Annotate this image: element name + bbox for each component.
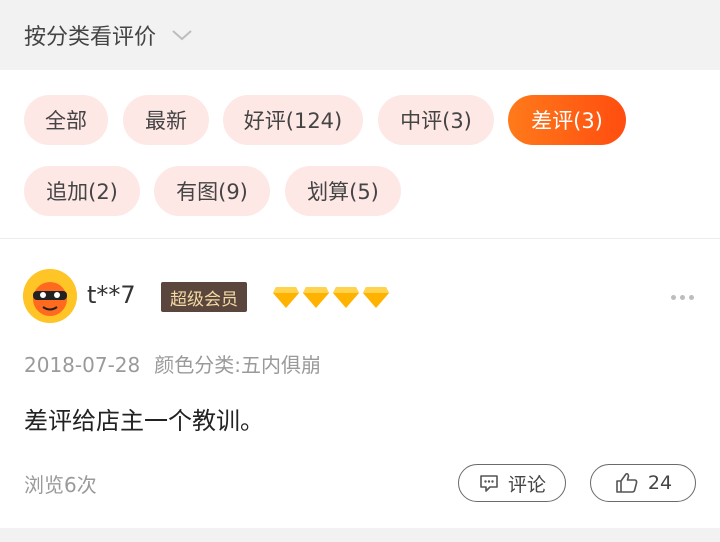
review-date: 2018-07-28	[24, 353, 141, 377]
filter-chips: 全部 最新 好评(124) 中评(3) 差评(3) 追加(2) 有图(9) 划算…	[0, 70, 720, 238]
comment-icon	[480, 475, 498, 492]
comment-label: 评论	[507, 473, 546, 496]
filter-chip-positive[interactable]: 好评(124)	[223, 95, 363, 145]
like-button[interactable]: 24	[590, 464, 696, 502]
filter-chip-followup[interactable]: 追加(2)	[24, 166, 140, 216]
review-spec: 颜色分类:五内俱崩	[154, 353, 321, 377]
bottom-spacer	[0, 528, 720, 542]
more-options-icon[interactable]	[671, 295, 694, 300]
chevron-down-icon[interactable]	[170, 27, 194, 43]
review-meta: 2018-07-28 颜色分类:五内俱崩	[24, 349, 321, 378]
thumbs-up-icon	[616, 472, 638, 493]
filter-chip-negative[interactable]: 差评(3)	[508, 95, 626, 145]
diamond-icon	[363, 287, 389, 308]
member-level-gems	[272, 285, 390, 309]
comment-button[interactable]: 评论	[458, 464, 566, 502]
filter-chip-good-value[interactable]: 划算(5)	[285, 166, 401, 216]
diamond-icon	[333, 287, 359, 308]
review-card: t**7 超级会员 2018-07-28 颜色分类:五内俱崩 差评给店主一个教训。…	[0, 239, 720, 528]
reviewer-name[interactable]: t**7	[87, 281, 136, 309]
diamond-icon	[273, 287, 299, 308]
diamond-icon	[303, 287, 329, 308]
view-count: 浏览6次	[24, 473, 97, 497]
review-content: 差评给店主一个教训。	[24, 407, 264, 435]
vip-badge: 超级会员	[161, 282, 247, 312]
user-avatar-icon	[23, 269, 77, 323]
avatar[interactable]	[23, 269, 77, 323]
filter-chip-with-images[interactable]: 有图(9)	[154, 166, 270, 216]
header-title: 按分类看评价	[24, 25, 157, 50]
filter-chip-neutral[interactable]: 中评(3)	[378, 95, 494, 145]
filter-chip-all[interactable]: 全部	[24, 95, 108, 145]
filter-chip-newest[interactable]: 最新	[123, 95, 209, 145]
like-count: 24	[647, 472, 673, 494]
category-header[interactable]: 按分类看评价	[0, 0, 720, 70]
